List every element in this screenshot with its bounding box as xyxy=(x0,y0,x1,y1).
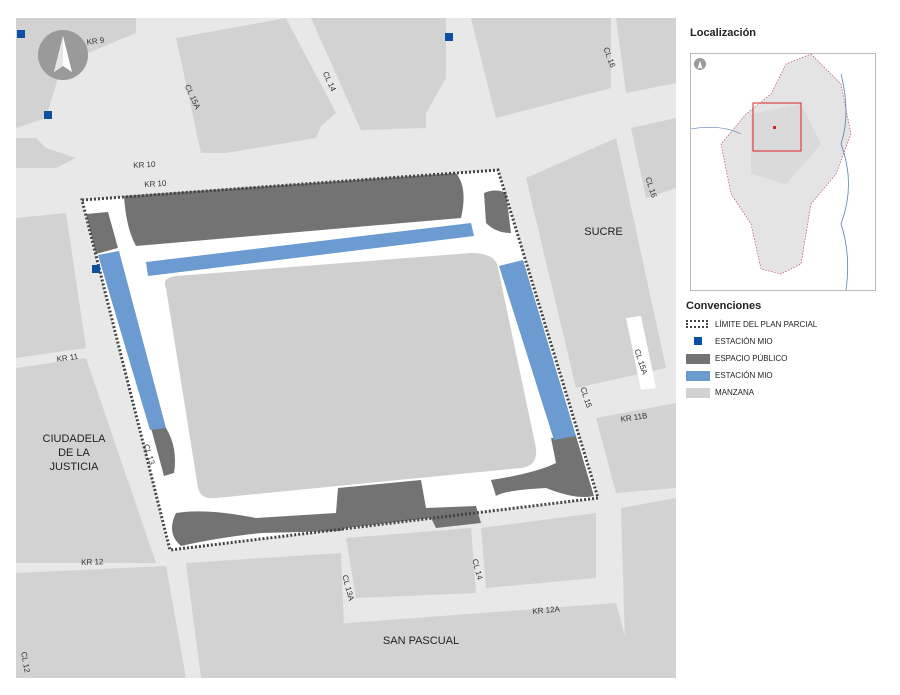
area-label-ciudadela-line2: DE LA xyxy=(58,447,90,459)
area-label-san-pascual-text: SAN PASCUAL xyxy=(382,635,460,647)
area-label-sucre: SUCRE xyxy=(576,225,631,239)
dotted-boundary-icon xyxy=(686,320,708,328)
legend-title: Convenciones xyxy=(686,300,762,312)
location-title: Localización xyxy=(690,27,757,39)
map-canvas[interactable]: KR 9 CL 15A CL 14 CL 16 KR 10 KR 10 CL 1… xyxy=(16,18,676,678)
legend-label-public-space: ESPACIO PÚBLICO xyxy=(715,354,788,363)
area-label-san-pascual: SAN PASCUAL xyxy=(371,634,471,648)
area-label-ciudadela-line1: CIUDADELA xyxy=(42,433,106,445)
dark-gray-swatch-icon xyxy=(686,354,710,364)
street-label-kr12: KR 12 xyxy=(81,557,104,567)
legend-label-mio-station: ESTACIÓN MIO xyxy=(715,371,773,380)
area-label-ciudadela-line3: JUSTICIA xyxy=(49,461,99,473)
street-label-kr10-b: KR 10 xyxy=(144,178,167,189)
area-label-ciudadela: CIUDADELA DE LA JUSTICIA xyxy=(34,432,114,474)
legend-label-block: MANZANA xyxy=(715,388,755,397)
street-label-kr10-a: KR 10 xyxy=(133,159,156,170)
inset-north-arrow-icon xyxy=(694,58,706,70)
plan-parcial-area xyxy=(80,168,600,552)
location-inset-map[interactable] xyxy=(690,53,876,291)
legend-label-plan-boundary: LÍMITE DEL PLAN PARCIAL xyxy=(715,320,818,329)
blue-square-marker-icon xyxy=(694,337,702,345)
area-label-sucre-text: SUCRE xyxy=(584,226,623,238)
blue-swatch-icon xyxy=(686,371,710,381)
light-gray-swatch-icon xyxy=(686,388,710,398)
legend-label-mio-marker: ESTACIÓN MIO xyxy=(715,337,773,346)
inset-map-graphics xyxy=(691,54,852,290)
north-arrow-icon xyxy=(38,30,88,80)
